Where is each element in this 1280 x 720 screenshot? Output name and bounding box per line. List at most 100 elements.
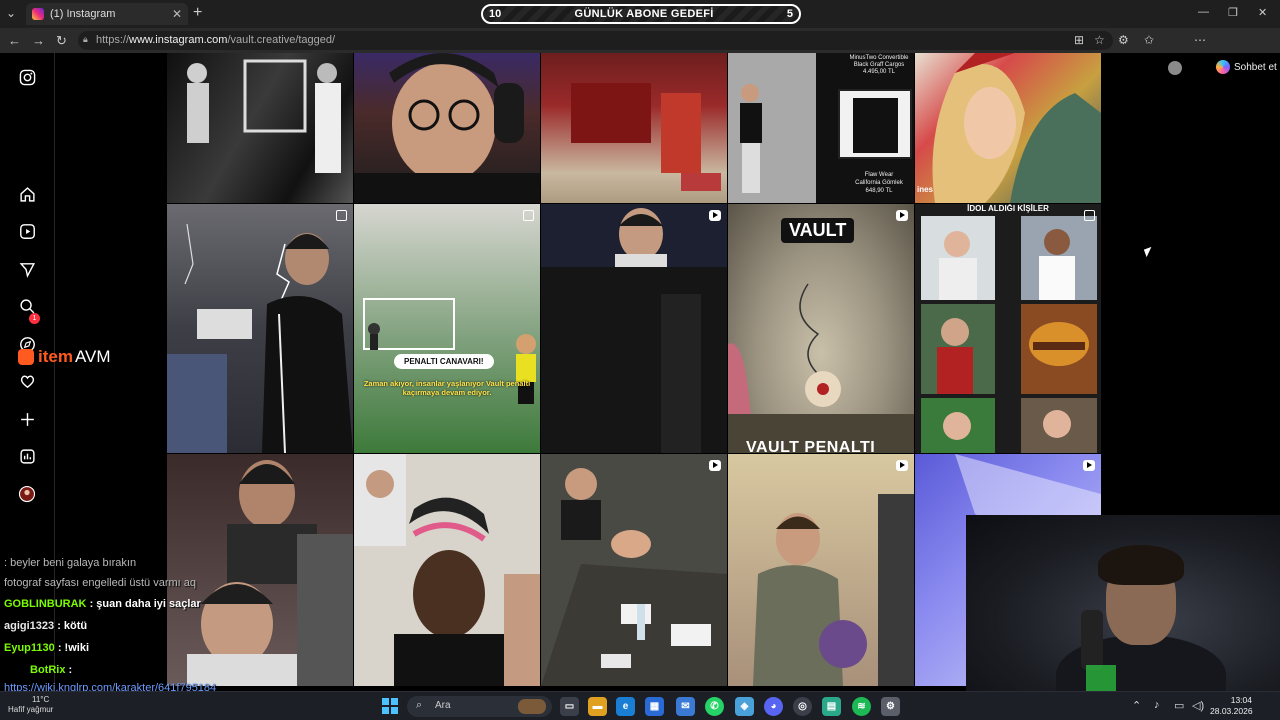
post-tile[interactable] [354,454,540,686]
chat-line: BotRix : [4,664,72,676]
dashboard-icon[interactable] [17,446,37,466]
create-icon[interactable] [17,409,37,429]
weather-temp: 11°C [32,695,50,704]
chat-message: : beyler beni galaya bırakın [4,557,137,569]
post-image [932,53,1101,203]
forward-arrow-icon[interactable]: → [32,33,45,48]
instagram-favicon-icon [32,8,44,20]
post-image [187,460,353,686]
post-tile[interactable] [354,53,540,203]
chat-line: fotograf sayfası engelledi üstü varmı aq [4,577,196,589]
post-tile[interactable] [541,454,727,686]
file-explorer-icon[interactable]: ▬ [588,697,607,716]
url-bar[interactable]: 🔒︎ https://www.instagram.com/vault.creat… [78,31,1113,50]
url-prefix: https:// [96,34,130,46]
post-overlay-caption: VAULT PENALTI [746,439,876,453]
app-icon[interactable]: ◈ [735,697,754,716]
streamer-webcam [966,515,1280,691]
tab-instagram[interactable]: (1) Instagram ✕ [26,3,188,25]
post-image [187,59,341,173]
refresh-icon[interactable]: ↻ [56,33,67,49]
url-host: www.instagram.com [129,34,228,46]
edge-icon[interactable]: e [616,697,635,716]
post-image [753,494,914,686]
maximize-button[interactable]: ❐ [1228,6,1238,19]
post-tile[interactable] [541,53,727,203]
reels-icon[interactable] [17,221,37,241]
post-tile[interactable] [541,204,727,453]
more-menu-icon[interactable]: ⋯ [1194,33,1206,47]
copilot-icon [1216,60,1230,74]
task-view-icon[interactable]: ▭ [560,697,579,716]
microphone-tray-icon[interactable]: ♪ [1154,699,1160,711]
chat-message: : şuan daha iyi saçlar [89,598,201,610]
profile-avatar[interactable] [1168,61,1182,75]
chat-message: : !wiki [57,642,89,654]
whatsapp-icon[interactable]: ✆ [705,697,724,716]
discord-icon[interactable]: ◕ [764,697,783,716]
post-tile[interactable]: VAULT VAULT PENALTI [728,204,914,453]
profile-icon[interactable] [17,484,37,504]
start-button[interactable] [382,698,398,714]
home-icon[interactable] [17,184,37,204]
instagram-logo-icon[interactable] [17,67,37,87]
post-header: İDOL ALDIĞI KİŞİLER [967,204,1049,213]
post-tile[interactable] [728,454,914,686]
post-tile[interactable]: İDOL ALDIĞI KİŞİLER [915,204,1101,453]
weather-widget[interactable]: 11°C Hafif yağmur [8,695,53,715]
post-tile[interactable] [167,454,353,686]
chat-line: agigi1323 : kötü [4,620,87,632]
chat-username: Eyup1130 [4,642,55,654]
search-placeholder: Ara [435,700,451,711]
reel-icon [709,460,721,471]
notifications-icon[interactable] [17,371,37,391]
subscriber-goal-overlay: 10 GÜNLÜK ABONE GEDEFİ 5 [481,4,801,24]
post-tile[interactable] [167,53,353,203]
post-image [921,216,1097,453]
app-icon[interactable]: ◎ [793,697,812,716]
product-info-top: MinusTwo Convertible Black Graff Cargos … [844,55,914,76]
new-tab-button[interactable]: + [193,4,202,22]
post-tile[interactable]: PENALTI CANAVARI! Zaman akıyor, insanlar… [354,204,540,453]
app-available-icon[interactable]: ⊞ [1074,33,1084,47]
post-image [541,468,727,686]
app-icon[interactable]: ▤ [822,697,841,716]
chat-username: BotRix [30,664,66,676]
tab-close-icon[interactable]: ✕ [172,7,182,21]
post-tile[interactable] [167,204,353,453]
network-icon[interactable]: ▭ [1174,699,1184,712]
post-tile[interactable]: ines [915,53,1101,203]
carousel-icon [523,210,534,221]
chat-line: Eyup1130 : !wiki [4,642,89,654]
favorites-icon[interactable]: ✩ [1144,33,1154,47]
extensions-icon[interactable]: ⚙ [1118,33,1129,47]
reel-icon [709,210,721,221]
post-image [541,204,727,453]
post-overlay-title: VAULT [781,218,855,243]
tab-actions-chevron-icon[interactable]: ⌄ [6,6,16,20]
copilot-label: Sohbet et [1234,61,1277,73]
close-window-button[interactable]: ✕ [1258,6,1267,19]
store-icon[interactable]: ▦ [645,697,664,716]
tab-title: (1) Instagram [50,8,116,20]
taskbar-search[interactable]: ⌕ Ara [407,696,552,717]
copilot-button[interactable]: Sohbet et [1216,60,1277,74]
search-icon[interactable] [17,296,37,316]
favorite-star-icon[interactable]: ☆ [1094,33,1105,47]
system-clock[interactable]: 13:04 28.03.2026 [1210,695,1253,717]
itemavm-logo: item AVM [18,347,111,367]
post-tile[interactable]: MinusTwo Convertible Black Graff Cargos … [728,53,914,203]
minimize-button[interactable]: — [1198,6,1209,18]
post-image [363,298,536,404]
screen: ⌄ (1) Instagram ✕ + 10 GÜNLÜK ABONE GEDE… [0,0,1280,720]
volume-icon[interactable]: ◁) [1192,699,1204,712]
tray-chevron-icon[interactable]: ⌃ [1132,699,1141,712]
lock-icon: 🔒︎ [83,34,88,44]
product-name-3: California Gömlek [855,180,903,186]
back-arrow-icon[interactable]: ← [8,33,21,48]
messages-icon[interactable] [17,259,37,279]
post-overlay-subtitle: Zaman akıyor, insanlar yaşlanıyor Vault … [363,379,531,397]
mail-icon[interactable]: ✉ [676,697,695,716]
settings-icon[interactable]: ⚙ [881,697,900,716]
spotify-icon[interactable]: ≋ [852,697,871,716]
